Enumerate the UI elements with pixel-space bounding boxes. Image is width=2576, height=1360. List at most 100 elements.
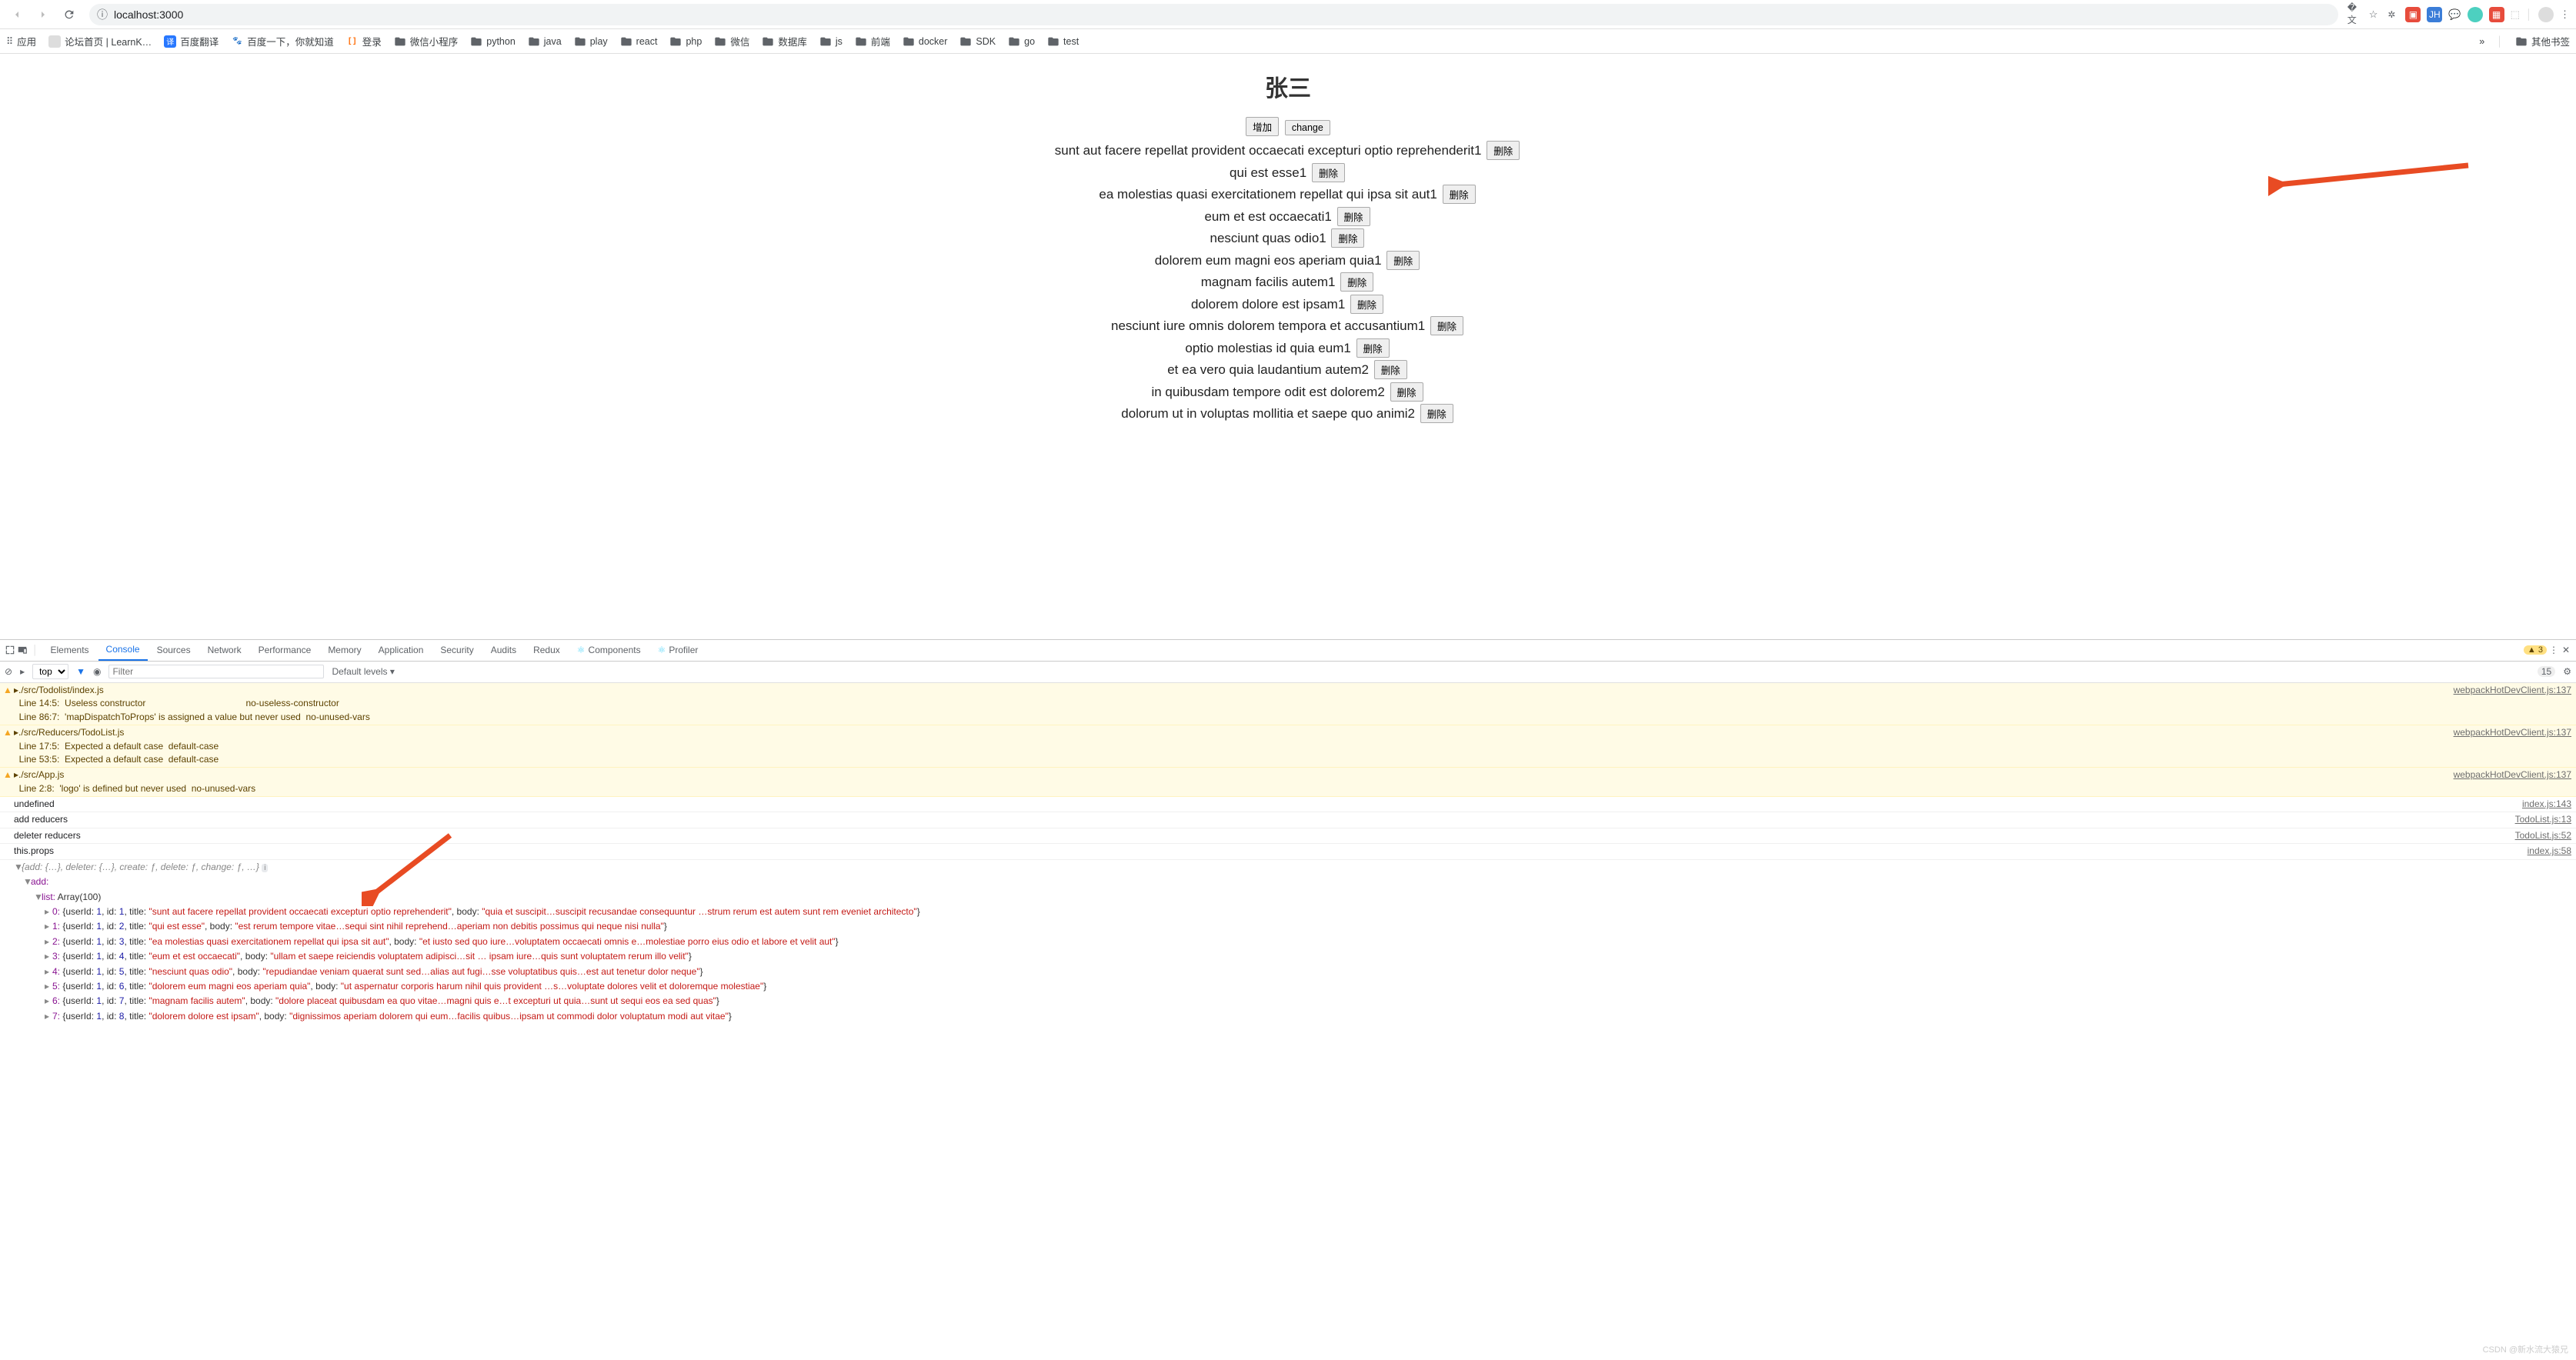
delete-button[interactable]: 删除 <box>1312 163 1345 182</box>
devtools-tab[interactable]: Redux <box>526 640 568 661</box>
devtools-tab[interactable]: Memory <box>320 640 369 661</box>
devtools-settings-icon[interactable]: ⋮ <box>2548 645 2559 655</box>
delete-button[interactable]: 删除 <box>1374 360 1407 379</box>
array-item[interactable]: ▸5: {userId: 1, id: 6, title: "dolorem e… <box>0 979 2576 994</box>
bookmark-item[interactable]: SDK <box>959 35 996 48</box>
list-item: eum et est occaecati1 删除 <box>0 207 2576 227</box>
bookmark-item[interactable]: 微信小程序 <box>394 34 459 48</box>
console-log[interactable]: add reducersTodoList.js:13 <box>0 812 2576 828</box>
delete-button[interactable]: 删除 <box>1430 316 1463 335</box>
delete-button[interactable]: 删除 <box>1356 338 1390 358</box>
bookmark-item[interactable]: java <box>528 35 562 48</box>
console-sidebar-toggle-icon[interactable]: ▸ <box>20 666 25 677</box>
bookmark-item[interactable]: docker <box>903 35 948 48</box>
other-bookmarks[interactable]: 其他书签 <box>2515 34 2570 48</box>
console-warning[interactable]: ▲▸./src/Reducers/TodoList.js Line 17:5: … <box>0 725 2576 768</box>
extension-icon-7[interactable]: ⬚ <box>2511 8 2520 21</box>
bookmarks-overflow[interactable]: » <box>2479 36 2484 47</box>
delete-button[interactable]: 删除 <box>1390 382 1423 402</box>
extension-icon-3[interactable]: JH <box>2427 7 2442 22</box>
devtools-tab[interactable]: ⚛Components <box>569 640 649 661</box>
bookmark-item[interactable]: php <box>669 35 702 48</box>
devtools-tab[interactable]: Elements <box>43 640 97 661</box>
bookmark-item[interactable]: [ ]登录 <box>346 34 382 48</box>
delete-button[interactable]: 删除 <box>1386 251 1420 270</box>
address-bar[interactable]: ⓘ localhost:3000 <box>89 4 2338 25</box>
forward-button[interactable] <box>32 4 54 25</box>
devtools-panel: │ ElementsConsoleSourcesNetworkPerforman… <box>0 639 2576 1360</box>
reload-button[interactable] <box>58 4 80 25</box>
back-button[interactable] <box>6 4 28 25</box>
bookmark-item[interactable]: 前端 <box>855 34 890 48</box>
bookmark-item[interactable]: 论坛首页 | LearnK… <box>48 34 152 48</box>
bookmark-item[interactable]: go <box>1008 35 1035 48</box>
bookmark-item[interactable]: js <box>819 35 843 48</box>
translate-icon[interactable]: �文 <box>2347 7 2363 22</box>
bookmark-item[interactable]: react <box>620 35 658 48</box>
bookmark-item[interactable]: play <box>574 35 608 48</box>
folder-icon <box>2515 35 2528 48</box>
delete-button[interactable]: 删除 <box>1420 404 1453 423</box>
page-content: 张三 增加 change sunt aut facere repellat pr… <box>0 54 2576 639</box>
apps-label: 应用 <box>17 34 36 48</box>
clear-console-icon[interactable]: ⊘ <box>5 666 12 677</box>
console-output[interactable]: ▲▸./src/Todolist/index.js Line 14:5: Use… <box>0 683 2576 1360</box>
list-item: in quibusdam tempore odit est dolorem2 删… <box>0 382 2576 402</box>
array-item[interactable]: ▸0: {userId: 1, id: 1, title: "sunt aut … <box>0 905 2576 919</box>
extension-icon-1[interactable]: ✲ <box>2384 7 2399 22</box>
array-item[interactable]: ▸4: {userId: 1, id: 5, title: "nesciunt … <box>0 965 2576 979</box>
delete-button[interactable]: 删除 <box>1340 272 1373 292</box>
delete-button[interactable]: 删除 <box>1487 141 1520 160</box>
live-expression-icon[interactable]: ◉ <box>93 666 101 677</box>
devtools-tab[interactable]: Network <box>200 640 249 661</box>
bookmark-item[interactable]: 🐾百度一下，你就知道 <box>231 34 334 48</box>
bookmark-item[interactable]: python <box>470 35 516 48</box>
list-item: dolorem eum magni eos aperiam quia1 删除 <box>0 251 2576 271</box>
array-item[interactable]: ▸6: {userId: 1, id: 7, title: "magnam fa… <box>0 994 2576 1008</box>
console-warning[interactable]: ▲▸./src/App.js Line 2:8: 'logo' is defin… <box>0 768 2576 797</box>
bookmark-item[interactable]: 译百度翻译 <box>164 34 219 48</box>
inspect-icon[interactable] <box>5 645 15 655</box>
browser-menu-icon[interactable]: ⋮ <box>2560 8 2570 21</box>
extension-icon-5[interactable] <box>2468 7 2483 22</box>
console-settings-icon[interactable]: ⚙ <box>2563 666 2571 677</box>
devtools-tab[interactable]: Performance <box>251 640 319 661</box>
delete-button[interactable]: 删除 <box>1443 185 1476 204</box>
devtools-tab[interactable]: ⚛Profiler <box>650 640 706 661</box>
devtools-tab[interactable]: Audits <box>483 640 524 661</box>
warnings-badge[interactable]: ▲ 3 <box>2524 645 2547 655</box>
devtools-tab[interactable]: Security <box>432 640 481 661</box>
apps-button[interactable]: ⠿应用 <box>6 34 36 48</box>
console-filter-input[interactable] <box>108 665 324 678</box>
device-toolbar-icon[interactable] <box>17 645 28 655</box>
devtools-tab[interactable]: Sources <box>149 640 199 661</box>
bookmark-item[interactable]: 数据库 <box>762 34 807 48</box>
info-icon: i <box>262 864 268 872</box>
console-warning[interactable]: ▲▸./src/Todolist/index.js Line 14:5: Use… <box>0 683 2576 725</box>
site-info-icon[interactable]: ⓘ <box>97 7 108 22</box>
extension-icon-6[interactable]: ▦ <box>2489 7 2504 22</box>
delete-button[interactable]: 删除 <box>1331 228 1364 248</box>
array-item[interactable]: ▸3: {userId: 1, id: 4, title: "eum et es… <box>0 949 2576 964</box>
hidden-count[interactable]: 15 <box>2538 666 2555 677</box>
bookmark-star-icon[interactable]: ☆ <box>2369 8 2378 21</box>
bookmark-item[interactable]: test <box>1047 35 1079 48</box>
extension-icon-4[interactable]: 💬 <box>2448 8 2461 21</box>
array-item[interactable]: ▸7: {userId: 1, id: 8, title: "dolorem d… <box>0 1009 2576 1024</box>
devtools-close-icon[interactable]: ✕ <box>2561 645 2571 655</box>
avatar[interactable] <box>2538 7 2554 22</box>
console-log[interactable]: undefinedindex.js:143 <box>0 797 2576 812</box>
array-item[interactable]: ▸1: {userId: 1, id: 2, title: "qui est e… <box>0 919 2576 934</box>
change-button[interactable]: change <box>1285 120 1330 135</box>
list-item: dolorum ut in voluptas mollitia et saepe… <box>0 404 2576 424</box>
add-button[interactable]: 增加 <box>1246 117 1279 136</box>
delete-button[interactable]: 删除 <box>1337 207 1370 226</box>
devtools-tab[interactable]: Application <box>371 640 432 661</box>
array-item[interactable]: ▸2: {userId: 1, id: 3, title: "ea molest… <box>0 935 2576 949</box>
context-selector[interactable]: top <box>32 664 68 679</box>
delete-button[interactable]: 删除 <box>1350 295 1383 314</box>
extension-icon-2[interactable]: ▣ <box>2405 7 2421 22</box>
devtools-tab[interactable]: Console <box>98 640 148 661</box>
log-levels-dropdown[interactable]: Default levels ▾ <box>332 666 394 677</box>
bookmark-item[interactable]: 微信 <box>714 34 749 48</box>
